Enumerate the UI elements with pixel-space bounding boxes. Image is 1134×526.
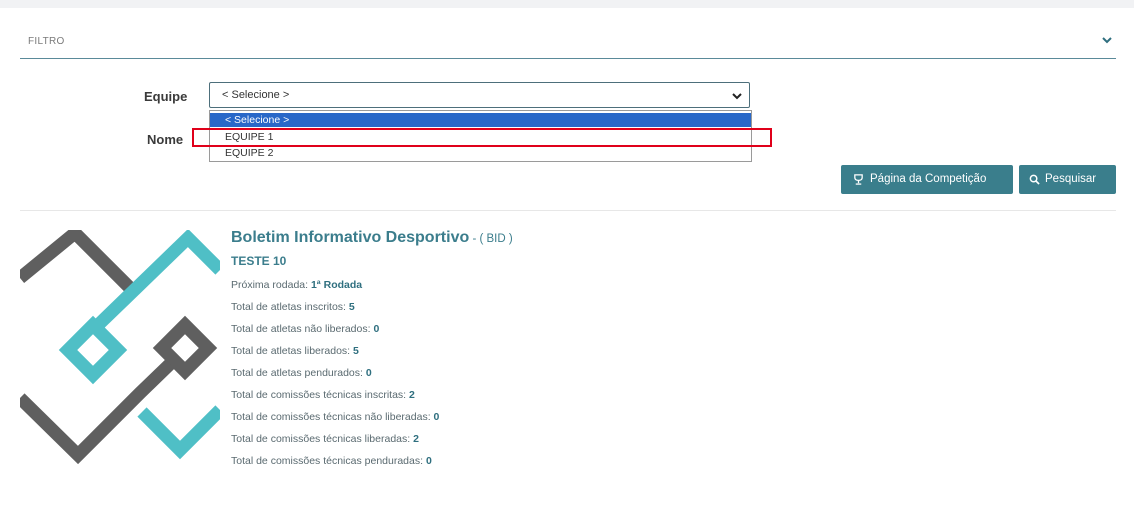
team-label: Equipe bbox=[144, 89, 188, 104]
stat-label: Total de comissões técnicas liberadas: bbox=[231, 433, 414, 445]
chevron-down-icon bbox=[732, 93, 742, 100]
team-option-select[interactable]: < Selecione > bbox=[210, 113, 751, 127]
stat-staff-not-released: Total de comissões técnicas não liberada… bbox=[231, 411, 439, 423]
stat-athletes-registered: Total de atletas inscritos: 5 bbox=[231, 301, 355, 313]
competition-page-label: Página da Competição bbox=[870, 173, 987, 185]
team-select-value: < Selecione > bbox=[222, 89, 290, 101]
stat-label: Próxima rodada: bbox=[231, 279, 311, 291]
name-label: Nome bbox=[147, 132, 184, 147]
divider bbox=[20, 210, 1116, 211]
search-label: Pesquisar bbox=[1045, 173, 1097, 185]
stat-staff-suspended: Total de comissões técnicas penduradas: … bbox=[231, 455, 432, 467]
bulletin-title: Boletim Informativo Desportivo - ( BID ) bbox=[231, 229, 513, 247]
team-option-equipe-2[interactable]: EQUIPE 2 bbox=[210, 146, 751, 160]
competition-page-button[interactable]: Página da Competição bbox=[841, 165, 1013, 194]
stat-athletes-suspended: Total de atletas pendurados: 0 bbox=[231, 367, 372, 379]
stat-value: 0 bbox=[365, 367, 372, 379]
stat-staff-registered: Total de comissões técnicas inscritas: 2 bbox=[231, 389, 415, 401]
stat-label: Total de atletas pendurados: bbox=[231, 367, 366, 379]
bulletin-title-text: Boletim Informativo Desportivo bbox=[231, 229, 470, 246]
competition-name: TESTE 10 bbox=[231, 254, 287, 268]
search-icon bbox=[1029, 174, 1040, 185]
chevron-down-icon[interactable] bbox=[1102, 35, 1112, 45]
stat-label: Total de comissões técnicas não liberada… bbox=[231, 411, 434, 423]
team-select[interactable]: < Selecione > bbox=[209, 82, 750, 108]
filter-title: FILTRO bbox=[28, 36, 65, 47]
stat-staff-released: Total de comissões técnicas liberadas: 2 bbox=[231, 433, 419, 445]
filter-header[interactable]: FILTRO bbox=[20, 22, 1116, 59]
stat-label: Total de atletas não liberados: bbox=[231, 323, 374, 335]
trophy-icon bbox=[854, 174, 863, 185]
search-button[interactable]: Pesquisar bbox=[1019, 165, 1116, 194]
stat-label: Total de comissões técnicas penduradas: bbox=[231, 455, 426, 467]
highlight-box bbox=[192, 128, 772, 147]
bid-logo-icon bbox=[20, 230, 220, 465]
stat-value: 0 bbox=[373, 323, 380, 335]
stat-value: 5 bbox=[348, 301, 355, 313]
stat-value: 1ª Rodada bbox=[310, 279, 363, 291]
stat-value: 0 bbox=[425, 455, 432, 467]
stat-label: Total de atletas inscritos: bbox=[231, 301, 349, 313]
top-band bbox=[0, 0, 1134, 8]
stat-label: Total de atletas liberados: bbox=[231, 345, 353, 357]
stat-value: 0 bbox=[433, 411, 440, 423]
stat-value: 2 bbox=[409, 389, 415, 401]
stat-value: 2 bbox=[413, 433, 419, 445]
bulletin-title-suffix: - ( BID ) bbox=[469, 233, 513, 245]
stat-athletes-not-released: Total de atletas não liberados: 0 bbox=[231, 323, 379, 335]
stat-next-round: Próxima rodada: 1ª Rodada bbox=[231, 279, 362, 291]
stat-label: Total de comissões técnicas inscritas: bbox=[231, 389, 409, 401]
stat-value: 5 bbox=[353, 345, 359, 357]
stat-athletes-released: Total de atletas liberados: 5 bbox=[231, 345, 359, 357]
